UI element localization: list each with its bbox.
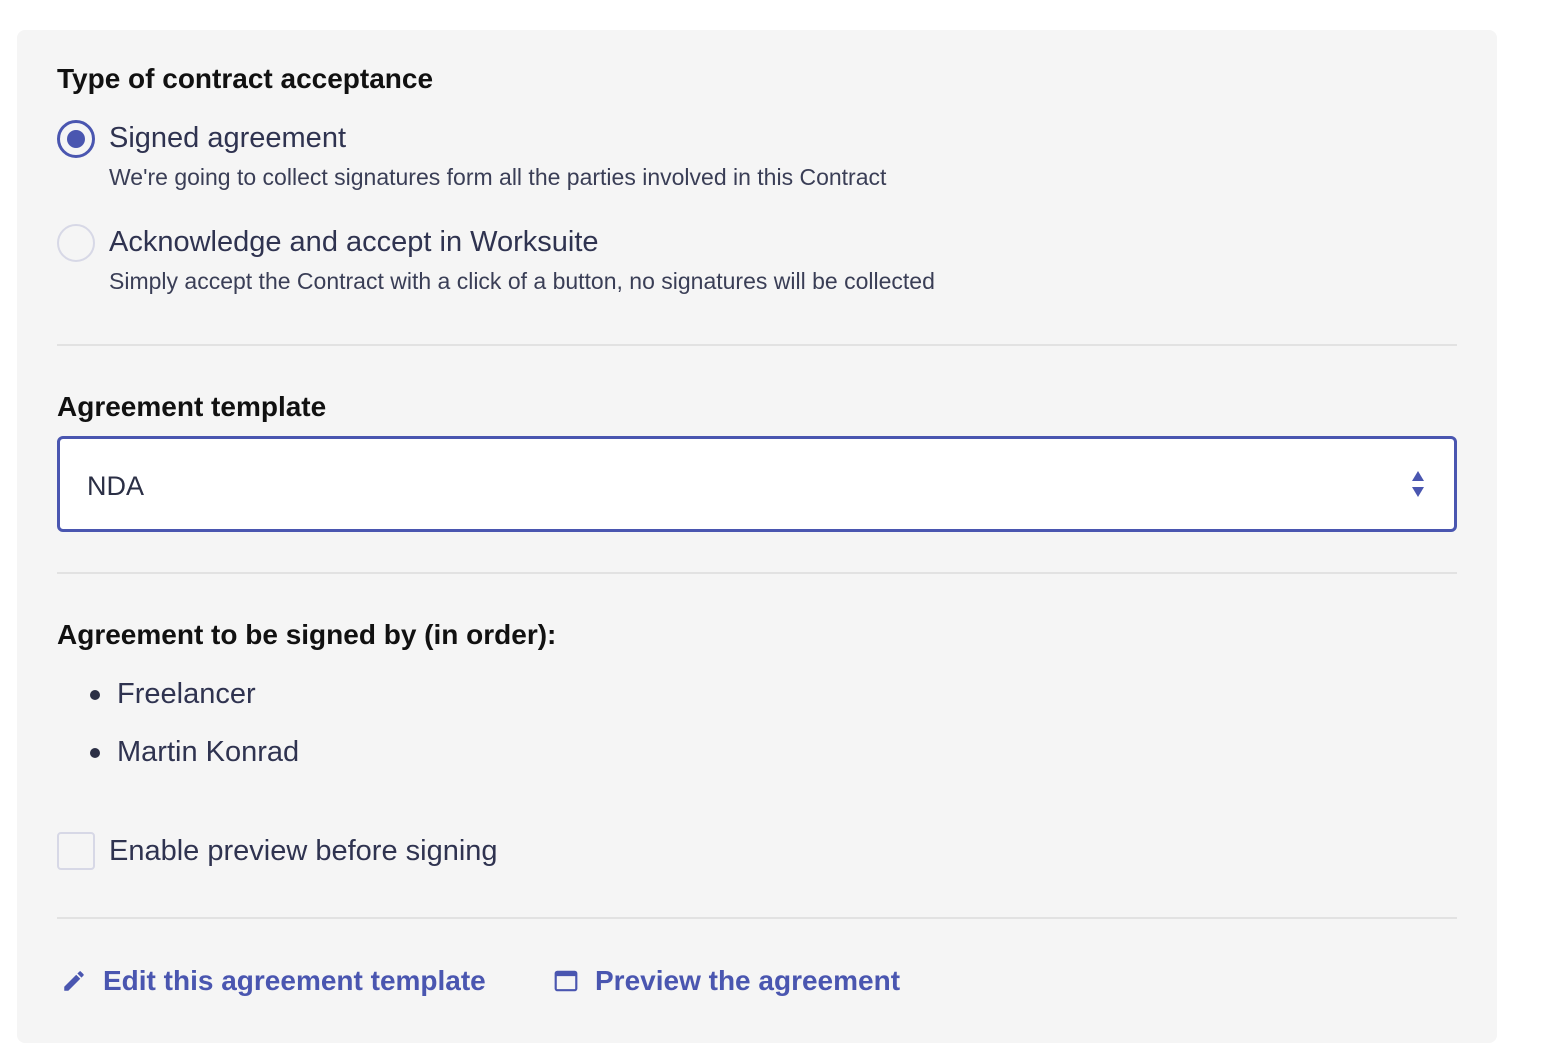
radio-description-acknowledge-accept: Simply accept the Contract with a click … (109, 268, 935, 294)
radio-button-acknowledge-accept[interactable] (57, 224, 95, 262)
radio-button-signed-agreement[interactable] (57, 120, 95, 158)
contract-acceptance-panel: Type of contract acceptance Signed agree… (17, 30, 1497, 1043)
agreement-template-title: Agreement template (57, 391, 327, 422)
enable-preview-option[interactable]: Enable preview before signing (57, 832, 498, 870)
enable-preview-label[interactable]: Enable preview before signing (109, 835, 498, 868)
acceptance-type-title: Type of contract acceptance (57, 63, 434, 94)
signers-list: Freelancer Martin Konrad (57, 677, 299, 793)
signers-title: Agreement to be signed by (in order): (57, 619, 557, 650)
divider (57, 572, 1457, 574)
agreement-template-select[interactable]: NDA (57, 436, 1457, 532)
select-arrows-icon (1412, 471, 1424, 497)
signer-item: Freelancer (57, 677, 299, 735)
edit-agreement-template-label[interactable]: Edit this agreement template (103, 965, 486, 997)
radio-label-acknowledge-accept[interactable]: Acknowledge and accept in Worksuite (109, 224, 935, 260)
signer-name: Freelancer (117, 678, 256, 710)
preview-agreement-link[interactable]: Preview the agreement (553, 965, 900, 997)
radio-label-signed-agreement[interactable]: Signed agreement (109, 120, 886, 156)
divider (57, 917, 1457, 919)
divider (57, 344, 1457, 346)
bullet-icon (90, 748, 100, 758)
edit-agreement-template-link[interactable]: Edit this agreement template (61, 965, 486, 997)
enable-preview-checkbox[interactable] (57, 832, 95, 870)
radio-text: Signed agreement We're going to collect … (109, 120, 886, 192)
browser-window-icon (554, 970, 578, 992)
radio-option-acknowledge-accept[interactable]: Acknowledge and accept in Worksuite Simp… (57, 224, 935, 296)
signer-item: Martin Konrad (57, 735, 299, 793)
radio-description-signed-agreement: We're going to collect signatures form a… (109, 164, 887, 190)
pencil-icon (64, 971, 84, 991)
signer-name: Martin Konrad (117, 736, 300, 768)
radio-text: Acknowledge and accept in Worksuite Simp… (109, 224, 935, 296)
radio-option-signed-agreement[interactable]: Signed agreement We're going to collect … (57, 120, 886, 192)
agreement-template-selected-value: NDA (87, 471, 145, 501)
bullet-icon (90, 690, 100, 700)
preview-agreement-label[interactable]: Preview the agreement (595, 965, 900, 997)
